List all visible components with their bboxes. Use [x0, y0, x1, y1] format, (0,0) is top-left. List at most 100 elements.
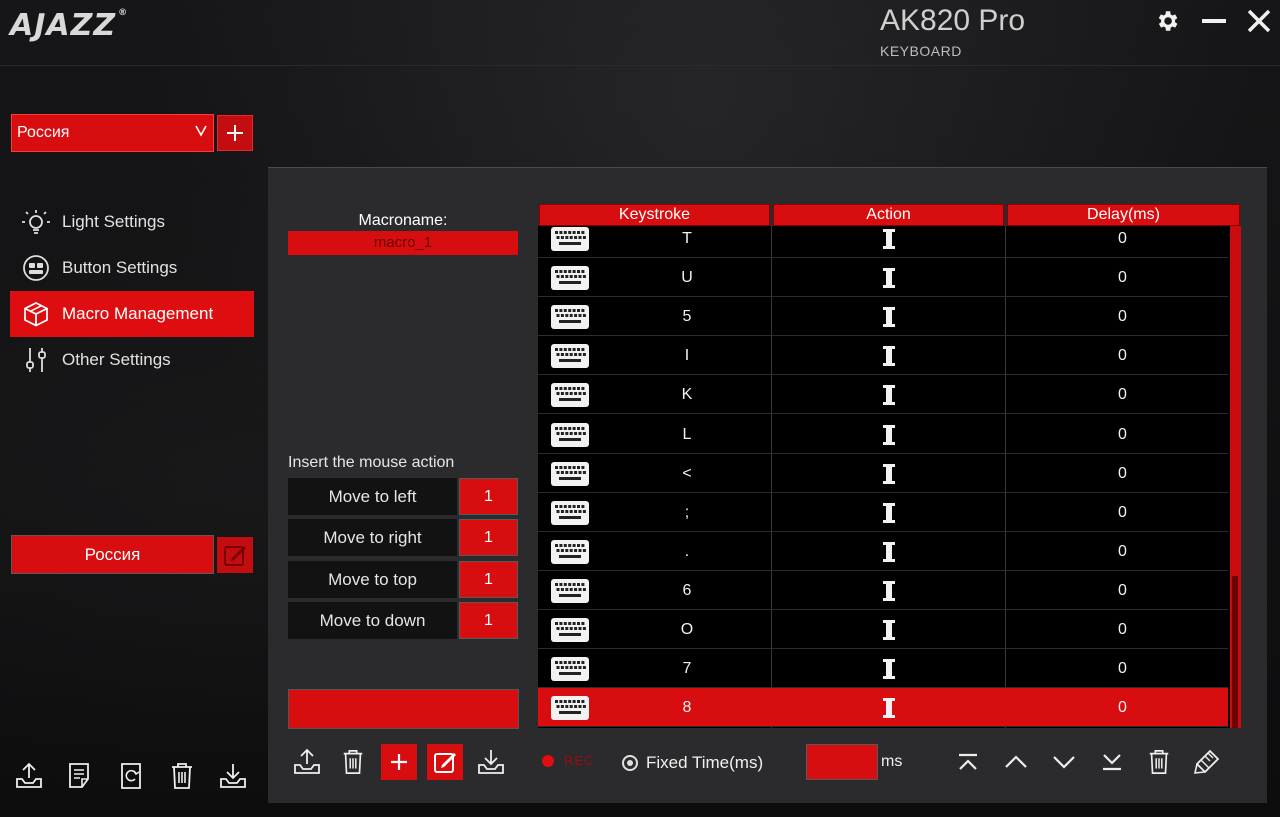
table-row[interactable]: O0: [538, 610, 1228, 649]
settings-gear-icon[interactable]: [1150, 4, 1184, 38]
delete-macro-icon[interactable]: [335, 744, 371, 780]
add-profile-button[interactable]: [217, 115, 253, 151]
delay-cell[interactable]: 0: [1006, 375, 1239, 414]
move-down-value[interactable]: 1: [459, 602, 518, 639]
radio-selected-icon: [622, 755, 638, 771]
table-row[interactable]: <0: [538, 454, 1228, 493]
delay-cell[interactable]: 0: [1006, 532, 1239, 571]
delay-cell[interactable]: 0: [1006, 493, 1239, 532]
macro-table-header: Keystroke Action Delay(ms): [538, 204, 1241, 226]
notes-icon[interactable]: [62, 758, 98, 794]
table-row[interactable]: 80: [538, 688, 1228, 727]
device-model: AK820 Pro: [880, 4, 1026, 37]
move-left-value[interactable]: 1: [459, 478, 518, 515]
move-top-row: Move to top 1: [288, 561, 518, 598]
key-press-action-icon: [772, 610, 1005, 649]
chevron-down-icon: [194, 123, 208, 142]
table-scrollbar-thumb[interactable]: [1232, 576, 1238, 728]
delay-cell[interactable]: 0: [1006, 571, 1239, 610]
key-press-action-icon: [772, 258, 1005, 297]
key-press-action-icon: [772, 375, 1005, 414]
delay-cell[interactable]: 0: [1006, 610, 1239, 649]
delay-cell[interactable]: 0: [1006, 297, 1239, 336]
nav-button-settings[interactable]: Button Settings: [10, 245, 254, 291]
move-to-top-icon[interactable]: [950, 744, 986, 780]
delay-cell[interactable]: 0: [1006, 258, 1239, 297]
table-row[interactable]: K0: [538, 375, 1228, 414]
table-row[interactable]: I0: [538, 336, 1228, 375]
table-row[interactable]: L0: [538, 415, 1228, 454]
delay-cell[interactable]: 0: [1006, 688, 1239, 727]
table-row[interactable]: 50: [538, 297, 1228, 336]
macroname-input[interactable]: macro_1: [288, 231, 518, 255]
move-down-icon[interactable]: [1046, 744, 1082, 780]
key-press-action-icon: [772, 532, 1005, 571]
delete-row-icon[interactable]: [1141, 744, 1177, 780]
move-left-row: Move to left 1: [288, 478, 518, 515]
macro-table-body: T 0 U 0 5 0 I 0 K 0 L 0 <0; 0. 0 6 0 O 0 7 0 8 0: [538, 226, 1241, 728]
macro-list-field[interactable]: [288, 689, 519, 729]
table-row[interactable]: T0: [538, 226, 1228, 258]
table-row[interactable]: U0: [538, 258, 1228, 297]
delay-cell[interactable]: 0: [1006, 454, 1239, 493]
minimize-icon[interactable]: [1197, 4, 1231, 38]
move-down-button[interactable]: Move to down: [288, 602, 457, 639]
key-press-action-icon: [772, 454, 1005, 493]
profile-dropdown[interactable]: Россия: [11, 114, 214, 152]
key-press-action-icon: [772, 226, 1005, 258]
insert-mouse-action-label: Insert the mouse action: [288, 454, 455, 471]
add-macro-button[interactable]: [381, 744, 417, 780]
current-profile-button[interactable]: Россия: [11, 535, 214, 574]
delay-cell[interactable]: 0: [1006, 415, 1239, 454]
move-down-row: Move to down 1: [288, 602, 518, 639]
title-bar: AJAZZ ® AK820 Pro KEYBOARD: [0, 0, 1280, 66]
key-press-action-icon: [772, 688, 1005, 727]
fixed-time-input[interactable]: [806, 744, 878, 780]
reset-profile-icon[interactable]: [113, 758, 149, 794]
cube-icon: [10, 300, 62, 328]
move-left-button[interactable]: Move to left: [288, 478, 457, 515]
ms-unit-label: ms: [881, 753, 903, 770]
key-press-action-icon: [772, 415, 1005, 454]
move-top-value[interactable]: 1: [459, 561, 518, 598]
bulb-icon: [10, 208, 62, 236]
import-profile-icon[interactable]: [215, 758, 251, 794]
key-press-action-icon: [772, 493, 1005, 532]
keystroke-column-header: Keystroke: [539, 204, 770, 226]
table-row[interactable]: 60: [538, 571, 1228, 610]
macroname-label: Macroname:: [358, 212, 448, 229]
nav-macro-management[interactable]: Macro Management: [10, 291, 254, 337]
move-top-button[interactable]: Move to top: [288, 561, 457, 598]
close-icon[interactable]: [1242, 4, 1276, 38]
edit-icon: [434, 753, 456, 773]
export-profile-icon[interactable]: [11, 758, 47, 794]
table-row[interactable]: .0: [538, 532, 1228, 571]
edit-profile-button[interactable]: [217, 537, 253, 573]
edit-macro-button[interactable]: [427, 744, 463, 780]
trash-icon[interactable]: [164, 758, 200, 794]
import-macro-icon[interactable]: [473, 744, 509, 780]
nav-other-settings[interactable]: Other Settings: [10, 337, 254, 383]
buttons-icon: [10, 254, 62, 282]
nav-light-settings[interactable]: Light Settings: [10, 199, 254, 245]
key-press-action-icon: [772, 297, 1005, 336]
profile-dropdown-value: Россия: [17, 124, 70, 141]
table-row[interactable]: 70: [538, 649, 1228, 688]
clear-all-icon[interactable]: [1189, 744, 1225, 780]
move-up-icon[interactable]: [998, 744, 1034, 780]
brand-logo: AJAZZ ®: [10, 8, 129, 43]
export-macro-icon[interactable]: [289, 744, 325, 780]
delay-cell[interactable]: 0: [1006, 226, 1239, 258]
move-to-bottom-icon[interactable]: [1094, 744, 1130, 780]
move-right-button[interactable]: Move to right: [288, 519, 457, 556]
fixed-time-radio[interactable]: Fixed Time(ms): [622, 753, 763, 773]
move-right-row: Move to right 1: [288, 519, 518, 556]
delay-cell[interactable]: 0: [1006, 336, 1239, 375]
plus-icon: [227, 125, 243, 141]
delay-cell[interactable]: 0: [1006, 649, 1239, 688]
plus-icon: [391, 754, 407, 770]
move-right-value[interactable]: 1: [459, 519, 518, 556]
table-row[interactable]: ; 0: [538, 493, 1228, 532]
key-press-action-icon: [772, 571, 1005, 610]
record-button[interactable]: REC: [542, 753, 594, 768]
